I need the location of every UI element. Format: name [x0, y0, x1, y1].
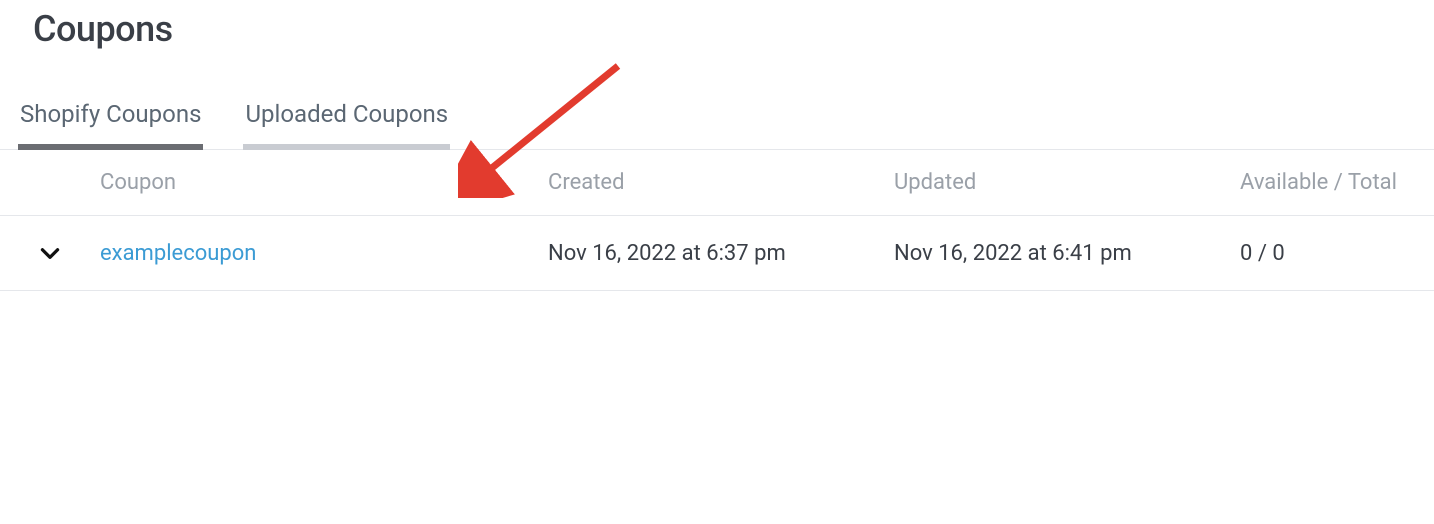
tab-shopify-coupons[interactable]: Shopify Coupons [18, 100, 203, 150]
coupon-available-total: 0 / 0 [1240, 241, 1434, 266]
table-header-row: Coupon Created Updated Available / Total [0, 150, 1434, 216]
coupon-updated: Nov 16, 2022 at 6:41 pm [894, 241, 1240, 266]
page-title: Coupons [0, 0, 1434, 50]
chevron-down-icon[interactable] [37, 240, 63, 266]
column-header-updated: Updated [894, 170, 1240, 195]
column-header-available-total: Available / Total [1240, 170, 1434, 195]
column-header-coupon: Coupon [100, 170, 548, 195]
coupon-created: Nov 16, 2022 at 6:37 pm [548, 241, 894, 266]
tabs-container: Shopify Coupons Uploaded Coupons [0, 100, 1434, 150]
tab-uploaded-coupons[interactable]: Uploaded Coupons [243, 100, 450, 150]
column-header-created: Created [548, 170, 894, 195]
coupons-table: Coupon Created Updated Available / Total… [0, 150, 1434, 291]
coupon-name-link[interactable]: examplecoupon [100, 241, 256, 266]
table-row: examplecoupon Nov 16, 2022 at 6:37 pm No… [0, 216, 1434, 291]
